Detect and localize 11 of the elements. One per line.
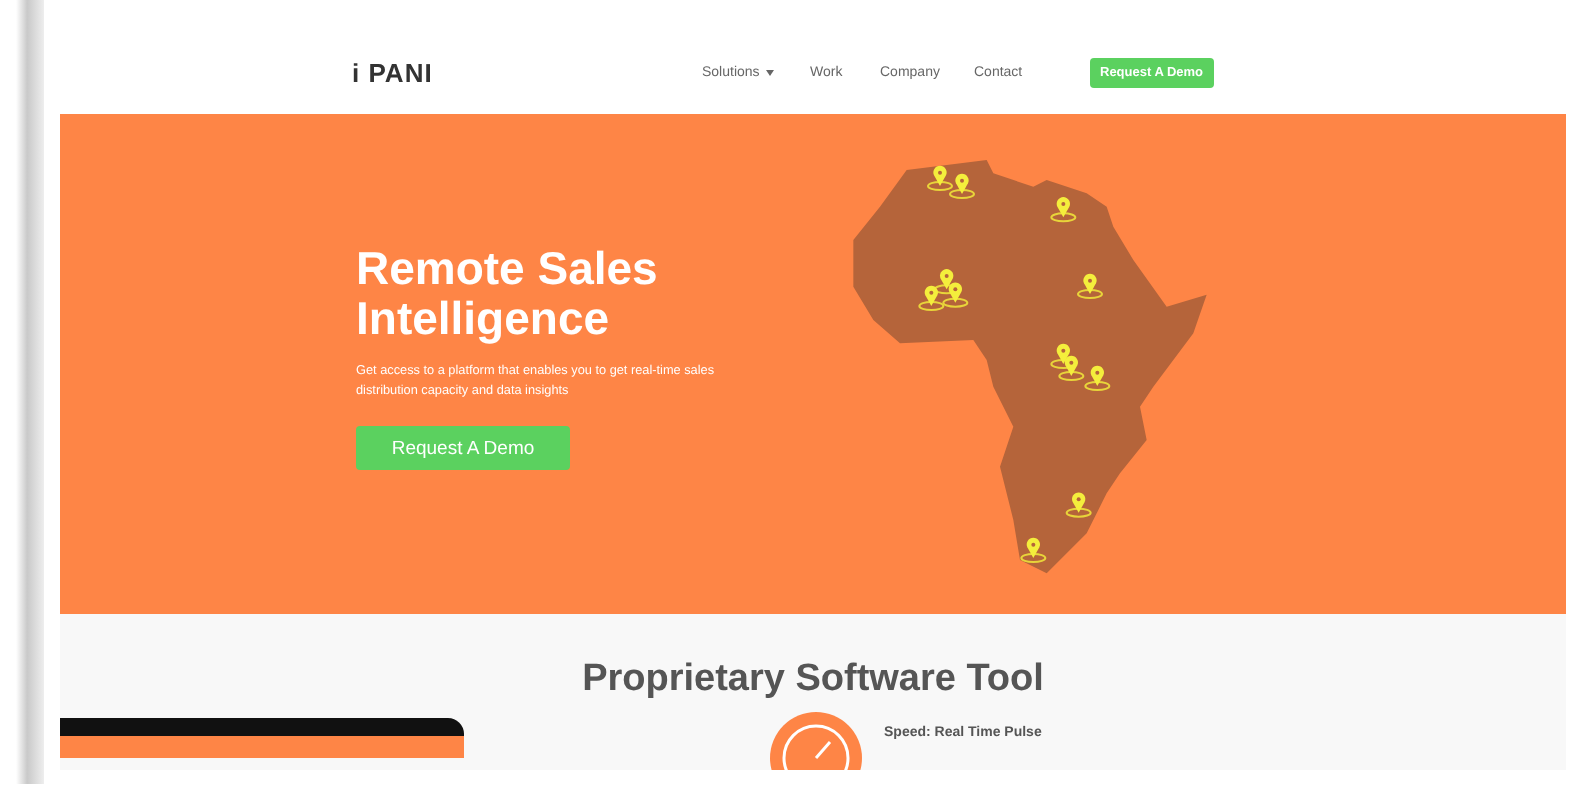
map-pin-icon (1050, 197, 1077, 223)
map-pin-icon (1065, 492, 1092, 518)
map-pin-icon (1020, 537, 1047, 563)
map-pin-icon (1077, 273, 1103, 299)
map-pin-icon (1058, 355, 1085, 381)
logo[interactable]: i PANI (352, 57, 702, 87)
map-pin-icon (942, 282, 969, 308)
hero-title: Remote Sales Intelligence (356, 244, 660, 344)
section-title: Proprietary Software Tool (582, 658, 1044, 702)
map-pin-icon (1084, 365, 1111, 391)
map-pin-icon (918, 285, 945, 311)
